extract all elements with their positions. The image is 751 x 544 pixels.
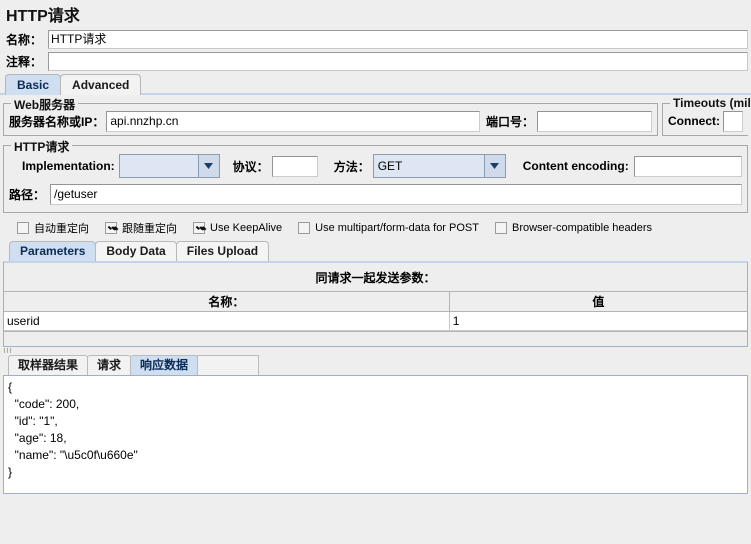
response-line: "name": "\u5c0f\u660e" bbox=[8, 448, 138, 462]
checkbox-label-use-keepalive: Use KeepAlive bbox=[210, 222, 283, 234]
checkbox-label-multipart-form-data: Use multipart/form-data for POST bbox=[315, 222, 479, 234]
timeouts-group: Timeouts (milli Connect: bbox=[662, 96, 751, 136]
method-select[interactable]: GET bbox=[372, 154, 506, 178]
tab-files-upload[interactable]: Files Upload bbox=[175, 241, 270, 261]
tab-basic[interactable]: Basic bbox=[5, 74, 62, 95]
path-label: 路径： bbox=[9, 187, 46, 202]
name-row: 名称： HTTP请求 bbox=[0, 28, 751, 50]
checkbox-browser-compatible-headers[interactable]: Browser-compatible headers bbox=[494, 222, 652, 234]
path-input[interactable]: /getuser bbox=[50, 183, 742, 205]
checkbox-box-browser-compatible-headers[interactable] bbox=[494, 222, 507, 234]
checkbox-multipart-form-data[interactable]: Use multipart/form-data for POST bbox=[298, 222, 479, 234]
method-value: GET bbox=[377, 159, 403, 173]
tab-body-data[interactable]: Body Data bbox=[95, 241, 177, 261]
page-title-bar: HTTP请求 bbox=[0, 0, 751, 28]
web-server-group-title: Web服务器 bbox=[11, 96, 79, 113]
parameters-caption: 同请求一起发送参数： bbox=[315, 271, 436, 285]
comment-input[interactable] bbox=[48, 51, 748, 71]
implementation-select[interactable] bbox=[118, 154, 220, 178]
timeouts-group-title: Timeouts (milli bbox=[670, 96, 751, 110]
parameters-table-header: 名称： 值 bbox=[4, 292, 747, 312]
tab-parameters[interactable]: Parameters bbox=[9, 241, 97, 261]
tab-response-data[interactable]: 响应数据 bbox=[130, 355, 199, 375]
tab-advanced[interactable]: Advanced bbox=[60, 74, 142, 95]
parameters-table: 名称： 值 userid 1 bbox=[4, 291, 747, 332]
content-encoding-input[interactable] bbox=[633, 155, 742, 177]
checkbox-box-follow-redirect[interactable] bbox=[105, 222, 117, 234]
tab-request[interactable]: 请求 bbox=[87, 355, 132, 375]
checkbox-auto-redirect[interactable]: 自动重定向 bbox=[17, 220, 89, 236]
cell-param-value[interactable]: 1 bbox=[450, 312, 747, 330]
name-label: 名称： bbox=[6, 32, 43, 47]
http-request-group: HTTP请求 Implementation: 协议： 方法： GET Conte… bbox=[3, 138, 748, 213]
response-line: "age": 18, bbox=[8, 431, 67, 445]
result-tab-filler bbox=[197, 355, 260, 375]
split-divider-grip[interactable] bbox=[4, 348, 18, 353]
port-label: 端口号： bbox=[485, 114, 534, 129]
checkbox-use-keepalive[interactable]: Use KeepAlive bbox=[193, 222, 282, 234]
comment-row: 注释： bbox=[0, 50, 751, 72]
web-server-group: Web服务器 服务器名称或IP： api.nnzhp.cn 端口号： bbox=[3, 96, 658, 136]
response-line: "code": 200, bbox=[8, 397, 80, 411]
http-request-group-title: HTTP请求 bbox=[11, 138, 73, 155]
chevron-down-icon[interactable] bbox=[483, 155, 505, 177]
table-row[interactable]: userid 1 bbox=[4, 312, 747, 331]
checkbox-follow-redirect[interactable]: 跟随重定向 bbox=[105, 220, 177, 236]
checkbox-label-follow-redirect: 跟随重定向 bbox=[122, 223, 177, 235]
checkbox-box-multipart-form-data[interactable] bbox=[298, 222, 311, 234]
split-divider[interactable] bbox=[0, 347, 751, 354]
connect-timeout-input[interactable] bbox=[723, 110, 743, 132]
protocol-label: 协议： bbox=[232, 159, 269, 174]
cell-param-name[interactable]: userid bbox=[4, 312, 450, 330]
port-input[interactable] bbox=[537, 110, 652, 132]
param-tab-strip: Parameters Body Data Files Upload bbox=[0, 239, 751, 261]
response-line: { bbox=[8, 380, 13, 394]
response-data-textarea[interactable]: { "code": 200, "id": "1", "age": 18, "na… bbox=[3, 375, 748, 494]
column-header-name[interactable]: 名称： bbox=[4, 292, 450, 311]
checkbox-box-auto-redirect[interactable] bbox=[17, 222, 29, 234]
content-encoding-label: Content encoding: bbox=[522, 159, 629, 173]
server-name-input[interactable]: api.nnzhp.cn bbox=[106, 110, 480, 132]
protocol-input[interactable] bbox=[271, 155, 318, 177]
checkbox-box-use-keepalive[interactable] bbox=[193, 222, 205, 234]
column-header-value[interactable]: 值 bbox=[450, 292, 747, 311]
chevron-down-icon[interactable] bbox=[197, 155, 219, 177]
method-label: 方法： bbox=[333, 159, 370, 174]
connect-timeout-label: Connect: bbox=[668, 114, 720, 128]
name-input[interactable]: HTTP请求 bbox=[48, 29, 748, 49]
checkbox-label-auto-redirect: 自动重定向 bbox=[34, 223, 89, 235]
basic-panel: Web服务器 服务器名称或IP： api.nnzhp.cn 端口号： Timeo… bbox=[0, 95, 751, 239]
tab-sampler-result[interactable]: 取样器结果 bbox=[8, 355, 89, 375]
server-name-label: 服务器名称或IP： bbox=[9, 114, 105, 129]
response-line: } bbox=[8, 465, 13, 479]
comment-label: 注释： bbox=[6, 54, 43, 69]
redirect-options-row: 自动重定向 跟随重定向 Use KeepAlive Use multipart/… bbox=[3, 217, 748, 239]
parameters-panel: 同请求一起发送参数： 名称： 值 userid 1 bbox=[3, 261, 748, 347]
checkbox-label-browser-compatible-headers: Browser-compatible headers bbox=[511, 222, 652, 234]
main-tab-strip: Basic Advanced bbox=[0, 72, 751, 95]
result-tab-strip: 取样器结果 请求 响应数据 bbox=[0, 354, 751, 375]
implementation-label: Implementation: bbox=[22, 159, 115, 173]
page-title: HTTP请求 bbox=[6, 8, 80, 25]
response-line: "id": "1", bbox=[8, 414, 58, 428]
